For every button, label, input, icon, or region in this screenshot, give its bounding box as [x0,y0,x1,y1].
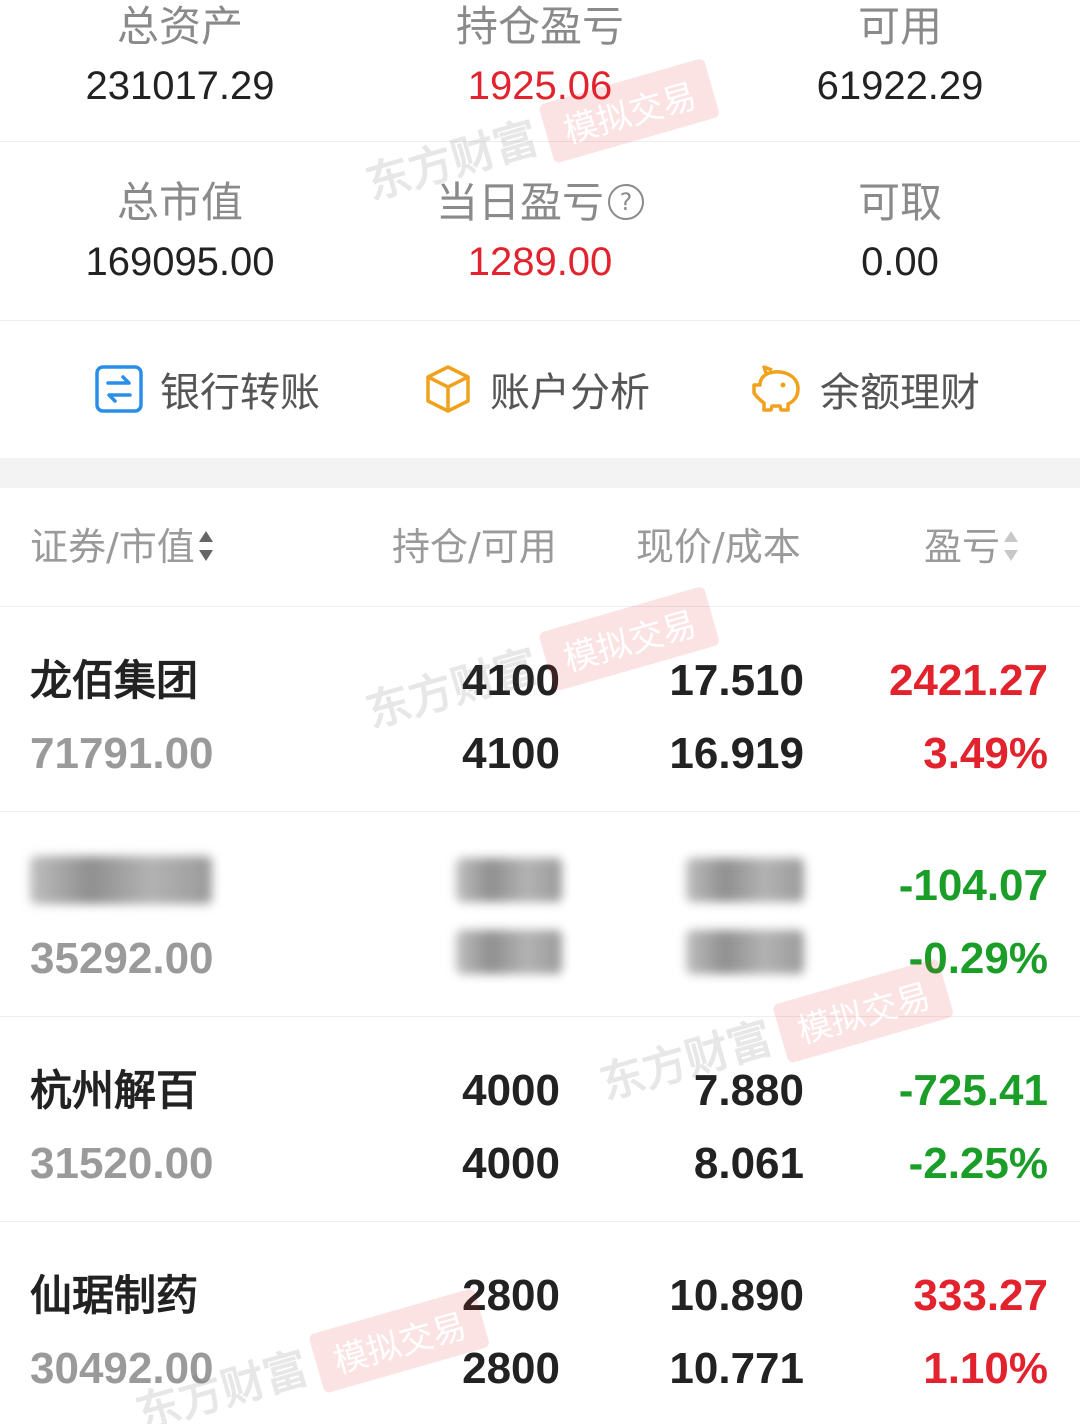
balance-finance-label: 余额理财 [820,370,980,416]
bank-transfer-label: 银行转账 [160,370,320,416]
obscured-cost-price [686,930,804,974]
withdrawable-value: 0.00 [861,240,939,284]
obscured-current-price [686,858,804,902]
cube-icon [426,365,470,413]
header-security-label: 证券/市值 [30,525,195,569]
account-analysis-label: 账户分析 [490,370,650,416]
header-holding: 持仓/可用 [392,525,557,569]
stock-name: 仙琚制药 [30,1271,199,1320]
summary-row-2: 总市值 169095.00 当日盈亏? 1289.00 可取 0.00 [0,142,1080,321]
pl-amount: 333.27 [913,1271,1048,1320]
table-row[interactable]: 杭州解百 31520.00 4000 4000 7.880 8.061 -725… [0,1017,1080,1222]
cost-price: 16.919 [669,729,804,778]
info-icon[interactable]: ? [608,183,644,220]
total-assets-cell: 总资产 231017.29 [0,0,360,110]
table-row[interactable]: 35292.00 -104.07 -0.29% [0,812,1080,1017]
available-qty: 2800 [462,1344,560,1393]
available-value: 61922.29 [816,64,984,108]
daily-pl-label-wrap: 当日盈亏? [360,178,720,228]
bank-transfer-button[interactable]: 银行转账 [94,359,320,419]
stock-market-value: 30492.00 [30,1344,214,1393]
pl-percent: 1.10% [923,1344,1048,1393]
market-value-cell: 总市值 169095.00 [0,178,360,286]
pl-amount: -104.07 [898,861,1048,910]
balance-finance-button[interactable]: 余额理财 [750,359,980,419]
available-cell: 可用 61922.29 [720,0,1080,110]
quick-actions: 银行转账 账户分析 余额理财 [0,321,1080,457]
pl-amount: 2421.27 [888,656,1048,705]
position-pl-cell: 持仓盈亏 1925.06 [360,0,720,110]
daily-pl-label: 当日盈亏 [435,178,604,227]
table-row[interactable]: 龙佰集团 71791.00 4100 4100 17.510 16.919 24… [0,607,1080,812]
cost-price: 10.771 [669,1344,804,1393]
available-label: 可用 [857,2,942,51]
total-assets-value: 231017.29 [85,64,275,108]
holding-qty: 4000 [462,1066,560,1115]
withdrawable-label: 可取 [857,178,942,227]
summary-row-1: 总资产 231017.29 持仓盈亏 1925.06 可用 61922.29 [0,0,1080,142]
sort-icon [1004,530,1019,561]
stock-name: 杭州解百 [30,1066,199,1115]
pl-amount: -725.41 [898,1066,1048,1115]
current-price: 17.510 [669,656,804,705]
header-price: 现价/成本 [636,525,801,569]
cost-price: 8.061 [693,1139,804,1188]
pl-percent: 3.49% [923,729,1048,778]
current-price: 7.880 [693,1066,804,1115]
table-row[interactable]: 仙琚制药 30492.00 2800 2800 10.890 10.771 33… [0,1222,1080,1424]
sort-icon [198,530,213,561]
available-qty: 4100 [462,729,560,778]
obscured-stock-name [30,856,212,904]
stock-market-value: 71791.00 [30,729,214,778]
section-divider [0,458,1080,488]
header-security-sort[interactable]: 证券/市值 [30,524,215,570]
piggy-bank-icon [752,365,800,412]
account-analysis-button[interactable]: 账户分析 [422,359,650,419]
market-value-value: 169095.00 [85,240,275,284]
market-value-label: 总市值 [116,178,243,227]
header-pl-label: 盈亏 [924,525,1001,569]
stock-name: 龙佰集团 [30,656,199,705]
holdings-table-header: 证券/市值 持仓/可用 现价/成本 盈亏 [0,488,1080,607]
obscured-available-qty [456,930,562,974]
holding-qty: 4100 [462,656,560,705]
pl-percent: -0.29% [908,934,1048,983]
position-pl-value: 1925.06 [467,64,613,108]
header-pl-sort[interactable]: 盈亏 [924,524,1020,570]
withdrawable-cell: 可取 0.00 [720,178,1080,286]
transfer-icon [95,365,143,413]
holding-qty: 2800 [462,1271,560,1320]
available-qty: 4000 [462,1139,560,1188]
obscured-holding-qty [456,858,562,902]
trading-account-page: 总资产 231017.29 持仓盈亏 1925.06 可用 61922.29 总… [0,0,1080,1424]
total-assets-label: 总资产 [116,2,243,51]
position-pl-label: 持仓盈亏 [455,2,624,51]
stock-market-value: 35292.00 [30,934,214,983]
stock-market-value: 31520.00 [30,1139,214,1188]
daily-pl-cell[interactable]: 当日盈亏? 1289.00 [360,178,720,286]
daily-pl-value: 1289.00 [467,240,613,284]
current-price: 10.890 [669,1271,804,1320]
pl-percent: -2.25% [908,1139,1048,1188]
